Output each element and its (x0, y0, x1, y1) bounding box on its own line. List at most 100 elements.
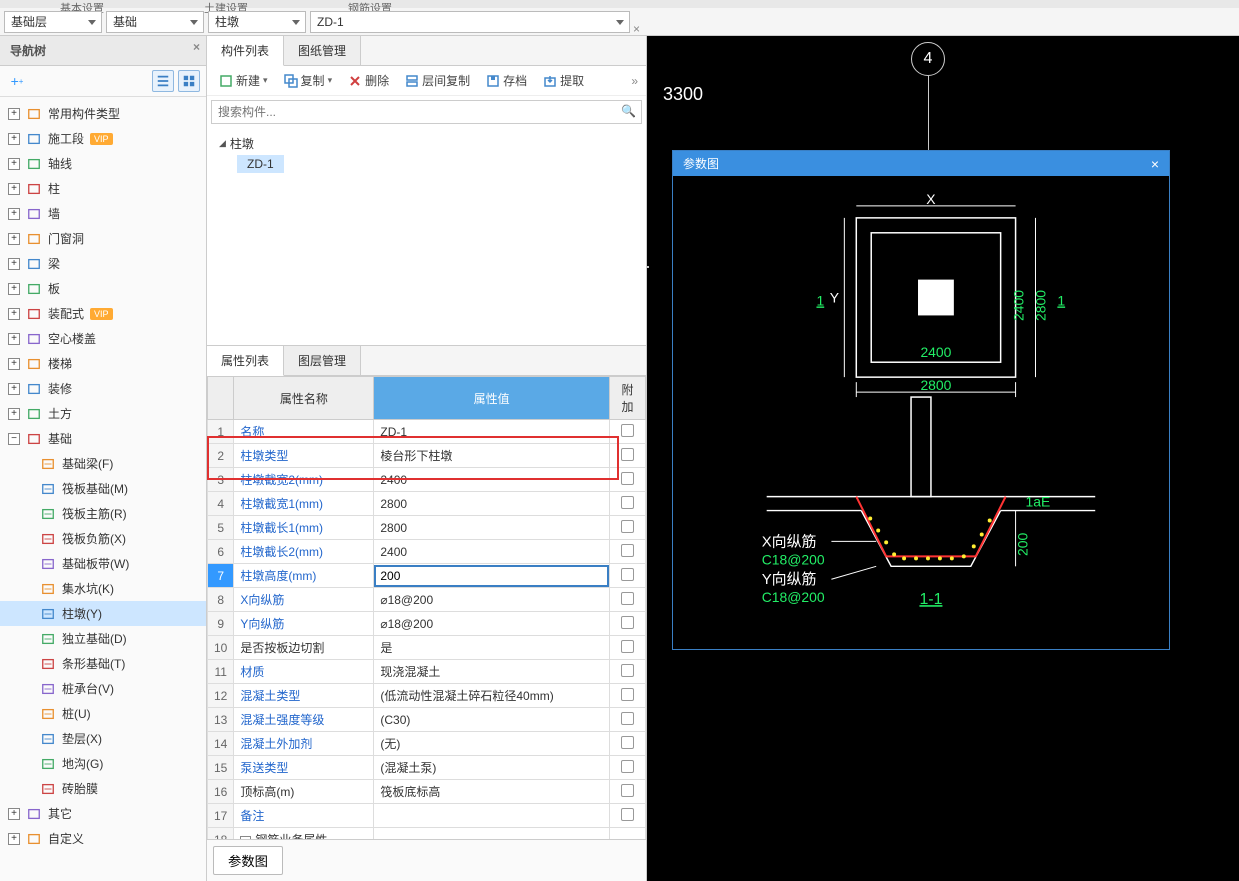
ribbon-tab[interactable]: 土建设置 (204, 0, 248, 8)
ribbon-tab[interactable]: 钢筋设置 (348, 0, 392, 8)
layercopy-button[interactable]: 层间复制 (401, 70, 474, 91)
tab-props-list[interactable]: 属性列表 (207, 346, 284, 376)
prop-row[interactable]: 16顶标高(m)筏板底标高 (208, 780, 646, 804)
component-tree: ◢柱墩 ZD-1 (207, 128, 646, 345)
extra-checkbox[interactable] (621, 520, 634, 533)
extra-checkbox[interactable] (621, 760, 634, 773)
nav-item[interactable]: +装配式VIP (0, 301, 206, 326)
extra-checkbox[interactable] (621, 736, 634, 749)
nav-add-icon[interactable]: ++ (6, 70, 28, 92)
nav-child-item[interactable]: 独立基础(D) (0, 626, 206, 651)
nav-item[interactable]: +轴线 (0, 151, 206, 176)
extra-checkbox[interactable] (621, 808, 634, 821)
extra-checkbox[interactable] (621, 496, 634, 509)
new-button[interactable]: 新建▾ (215, 70, 272, 91)
ribbon-tab[interactable]: 基本设置 (60, 0, 104, 8)
extra-checkbox[interactable] (621, 640, 634, 653)
nav-item[interactable]: +墙 (0, 201, 206, 226)
param-window-titlebar[interactable]: 参数图 × (673, 151, 1169, 176)
nav-child-item[interactable]: 筏板负筋(X) (0, 526, 206, 551)
prop-row[interactable]: 7柱墩高度(mm) (208, 564, 646, 588)
prop-row[interactable]: 8X向纵筋⌀18@200 (208, 588, 646, 612)
prop-row[interactable]: 14混凝土外加剂(无) (208, 732, 646, 756)
prop-row[interactable]: 12混凝土类型(低流动性混凝土碎石粒径40mm) (208, 684, 646, 708)
nav-child-item[interactable]: 筏板主筋(R) (0, 501, 206, 526)
extra-checkbox[interactable] (621, 424, 634, 437)
nav-close-icon[interactable]: × (193, 40, 200, 54)
nav-child-item[interactable]: 垫层(X) (0, 726, 206, 751)
nav-item[interactable]: +装修 (0, 376, 206, 401)
subtype-dropdown[interactable]: 柱墩 (208, 11, 306, 33)
properties-panel: × 属性列表 图层管理 属性名称 属性值 附加 1名称ZD-12柱墩类型棱台形 (207, 346, 646, 881)
nav-list-icon[interactable] (152, 70, 174, 92)
extra-checkbox[interactable] (621, 544, 634, 557)
prop-row[interactable]: 2柱墩类型棱台形下柱墩 (208, 444, 646, 468)
floor-dropdown[interactable]: 基础层 (4, 11, 102, 33)
nav-child-item[interactable]: 柱墩(Y) (0, 601, 206, 626)
prop-row[interactable]: 6柱墩截长2(mm)2400 (208, 540, 646, 564)
nav-item[interactable]: +土方 (0, 401, 206, 426)
prop-value-input[interactable] (374, 565, 609, 587)
param-window-close-icon[interactable]: × (1151, 156, 1159, 172)
nav-item[interactable]: +常用构件类型 (0, 101, 206, 126)
tab-layer-mgmt[interactable]: 图层管理 (284, 346, 361, 375)
nav-item[interactable]: +其它 (0, 801, 206, 826)
prop-row[interactable]: 3柱墩截宽2(mm)2400 (208, 468, 646, 492)
nav-child-item[interactable]: 桩承台(V) (0, 676, 206, 701)
prop-row[interactable]: 1名称ZD-1 (208, 420, 646, 444)
component-dropdown[interactable]: ZD-1 (310, 11, 630, 33)
extra-checkbox[interactable] (621, 688, 634, 701)
copy-button[interactable]: 复制▾ (280, 70, 337, 91)
nav-item[interactable]: +施工段VIP (0, 126, 206, 151)
tree-item[interactable]: ZD-1 (237, 155, 284, 173)
nav-child-item[interactable]: 地沟(G) (0, 751, 206, 776)
category-dropdown[interactable]: 基础 (106, 11, 204, 33)
svg-text:2400: 2400 (920, 344, 951, 360)
prop-row[interactable]: 4柱墩截宽1(mm)2800 (208, 492, 646, 516)
extra-checkbox[interactable] (621, 568, 634, 581)
prop-row[interactable]: 13混凝土强度等级(C30) (208, 708, 646, 732)
prop-row[interactable]: 9Y向纵筋⌀18@200 (208, 612, 646, 636)
param-diagram-button[interactable]: 参数图 (213, 846, 283, 875)
nav-child-item[interactable]: 基础板带(W) (0, 551, 206, 576)
delete-button[interactable]: 删除 (344, 70, 393, 91)
extra-checkbox[interactable] (621, 664, 634, 677)
nav-item[interactable]: +楼梯 (0, 351, 206, 376)
extra-checkbox[interactable] (621, 616, 634, 629)
nav-child-item[interactable]: 桩(U) (0, 701, 206, 726)
prop-row[interactable]: 18−钢筋业务属性 (208, 828, 646, 840)
nav-child-item[interactable]: 集水坑(K) (0, 576, 206, 601)
prop-row[interactable]: 5柱墩截长1(mm)2800 (208, 516, 646, 540)
nav-item[interactable]: +梁 (0, 251, 206, 276)
nav-child-item[interactable]: 砖胎膜 (0, 776, 206, 801)
prop-row[interactable]: 10是否按板边切割是 (208, 636, 646, 660)
extract-button[interactable]: 提取 (539, 70, 588, 91)
prop-row[interactable]: 17备注 (208, 804, 646, 828)
search-icon[interactable]: 🔍 (621, 104, 636, 118)
save-button[interactable]: 存档 (482, 70, 531, 91)
nav-item[interactable]: +柱 (0, 176, 206, 201)
svg-text:1: 1 (1057, 292, 1065, 308)
nav-grid-icon[interactable] (178, 70, 200, 92)
search-input[interactable] (211, 100, 642, 124)
tree-root[interactable]: ◢柱墩 (217, 132, 636, 155)
extra-checkbox[interactable] (621, 712, 634, 725)
nav-item[interactable]: −基础 (0, 426, 206, 451)
tab-drawing-mgmt[interactable]: 图纸管理 (284, 36, 361, 65)
nav-item[interactable]: +门窗洞 (0, 226, 206, 251)
nav-child-item[interactable]: 条形基础(T) (0, 651, 206, 676)
extra-checkbox[interactable] (621, 448, 634, 461)
nav-item[interactable]: +板 (0, 276, 206, 301)
extra-checkbox[interactable] (621, 784, 634, 797)
tab-component-list[interactable]: 构件列表 (207, 36, 284, 66)
nav-child-item[interactable]: 筏板基础(M) (0, 476, 206, 501)
nav-item[interactable]: +空心楼盖 (0, 326, 206, 351)
complist-close-icon[interactable]: × (633, 22, 640, 36)
toolbar-more-icon[interactable]: » (631, 74, 638, 88)
nav-item[interactable]: +自定义 (0, 826, 206, 851)
extra-checkbox[interactable] (621, 472, 634, 485)
prop-row[interactable]: 15泵送类型(混凝土泵) (208, 756, 646, 780)
prop-row[interactable]: 11材质现浇混凝土 (208, 660, 646, 684)
extra-checkbox[interactable] (621, 592, 634, 605)
nav-child-item[interactable]: 基础梁(F) (0, 451, 206, 476)
